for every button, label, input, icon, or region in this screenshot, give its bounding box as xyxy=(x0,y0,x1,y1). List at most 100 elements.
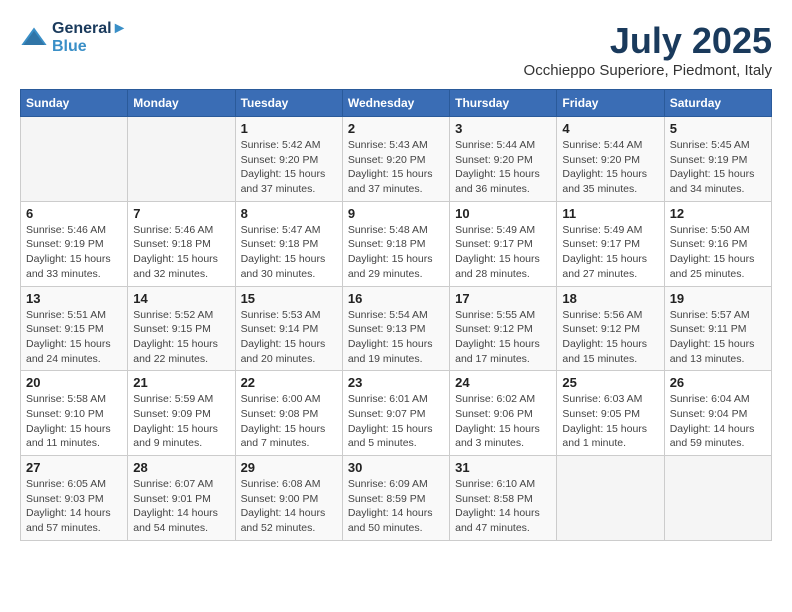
day-detail: Sunrise: 6:10 AMSunset: 8:58 PMDaylight:… xyxy=(455,477,551,536)
calendar-title: July 2025 xyxy=(524,20,772,62)
day-detail: Sunrise: 5:45 AMSunset: 9:19 PMDaylight:… xyxy=(670,138,766,197)
day-number: 13 xyxy=(26,291,122,306)
calendar-day: 5 Sunrise: 5:45 AMSunset: 9:19 PMDaylight… xyxy=(664,117,771,202)
day-number: 27 xyxy=(26,460,122,475)
day-detail: Sunrise: 5:49 AMSunset: 9:17 PMDaylight:… xyxy=(562,223,658,282)
calendar-day: 31 Sunrise: 6:10 AMSunset: 8:58 PMDayligh… xyxy=(450,456,557,541)
day-number: 22 xyxy=(241,375,337,390)
day-number: 8 xyxy=(241,206,337,221)
calendar-day: 16 Sunrise: 5:54 AMSunset: 9:13 PMDayligh… xyxy=(342,286,449,371)
calendar-day xyxy=(557,456,664,541)
header-sunday: Sunday xyxy=(21,90,128,117)
calendar-day xyxy=(128,117,235,202)
calendar-subtitle: Occhieppo Superiore, Piedmont, Italy xyxy=(524,62,772,79)
day-number: 21 xyxy=(133,375,229,390)
title-block: July 2025 Occhieppo Superiore, Piedmont,… xyxy=(524,20,772,79)
day-detail: Sunrise: 5:54 AMSunset: 9:13 PMDaylight:… xyxy=(348,308,444,367)
calendar-day: 14 Sunrise: 5:52 AMSunset: 9:15 PMDayligh… xyxy=(128,286,235,371)
day-number: 5 xyxy=(670,121,766,136)
logo-text: General► Blue xyxy=(52,20,127,56)
day-detail: Sunrise: 5:56 AMSunset: 9:12 PMDaylight:… xyxy=(562,308,658,367)
day-number: 25 xyxy=(562,375,658,390)
calendar-day: 10 Sunrise: 5:49 AMSunset: 9:17 PMDayligh… xyxy=(450,201,557,286)
calendar-day: 24 Sunrise: 6:02 AMSunset: 9:06 PMDayligh… xyxy=(450,371,557,456)
day-detail: Sunrise: 5:46 AMSunset: 9:19 PMDaylight:… xyxy=(26,223,122,282)
calendar-day: 23 Sunrise: 6:01 AMSunset: 9:07 PMDayligh… xyxy=(342,371,449,456)
day-detail: Sunrise: 6:07 AMSunset: 9:01 PMDaylight:… xyxy=(133,477,229,536)
day-detail: Sunrise: 6:00 AMSunset: 9:08 PMDaylight:… xyxy=(241,392,337,451)
header-row: Sunday Monday Tuesday Wednesday Thursday… xyxy=(21,90,772,117)
day-detail: Sunrise: 5:48 AMSunset: 9:18 PMDaylight:… xyxy=(348,223,444,282)
day-detail: Sunrise: 5:50 AMSunset: 9:16 PMDaylight:… xyxy=(670,223,766,282)
day-number: 9 xyxy=(348,206,444,221)
logo: General► Blue xyxy=(20,20,127,56)
header-saturday: Saturday xyxy=(664,90,771,117)
day-detail: Sunrise: 5:44 AMSunset: 9:20 PMDaylight:… xyxy=(455,138,551,197)
calendar-day: 21 Sunrise: 5:59 AMSunset: 9:09 PMDayligh… xyxy=(128,371,235,456)
day-detail: Sunrise: 5:49 AMSunset: 9:17 PMDaylight:… xyxy=(455,223,551,282)
calendar-day: 13 Sunrise: 5:51 AMSunset: 9:15 PMDayligh… xyxy=(21,286,128,371)
calendar-day: 20 Sunrise: 5:58 AMSunset: 9:10 PMDayligh… xyxy=(21,371,128,456)
logo-icon xyxy=(20,24,48,52)
day-detail: Sunrise: 5:42 AMSunset: 9:20 PMDaylight:… xyxy=(241,138,337,197)
day-number: 10 xyxy=(455,206,551,221)
day-detail: Sunrise: 6:05 AMSunset: 9:03 PMDaylight:… xyxy=(26,477,122,536)
day-number: 26 xyxy=(670,375,766,390)
day-number: 16 xyxy=(348,291,444,306)
calendar-day: 12Sunrise: 5:50 AMSunset: 9:16 PMDayligh… xyxy=(664,201,771,286)
day-detail: Sunrise: 5:51 AMSunset: 9:15 PMDaylight:… xyxy=(26,308,122,367)
day-number: 14 xyxy=(133,291,229,306)
header-friday: Friday xyxy=(557,90,664,117)
day-number: 20 xyxy=(26,375,122,390)
day-detail: Sunrise: 6:01 AMSunset: 9:07 PMDaylight:… xyxy=(348,392,444,451)
day-detail: Sunrise: 6:09 AMSunset: 8:59 PMDaylight:… xyxy=(348,477,444,536)
calendar-week-1: 1 Sunrise: 5:42 AMSunset: 9:20 PMDaylight… xyxy=(21,117,772,202)
calendar-day: 6 Sunrise: 5:46 AMSunset: 9:19 PMDaylight… xyxy=(21,201,128,286)
calendar-day: 9 Sunrise: 5:48 AMSunset: 9:18 PMDaylight… xyxy=(342,201,449,286)
day-detail: Sunrise: 5:58 AMSunset: 9:10 PMDaylight:… xyxy=(26,392,122,451)
calendar-day: 27 Sunrise: 6:05 AMSunset: 9:03 PMDayligh… xyxy=(21,456,128,541)
calendar-day: 28 Sunrise: 6:07 AMSunset: 9:01 PMDayligh… xyxy=(128,456,235,541)
calendar-week-3: 13 Sunrise: 5:51 AMSunset: 9:15 PMDayligh… xyxy=(21,286,772,371)
day-number: 1 xyxy=(241,121,337,136)
header-monday: Monday xyxy=(128,90,235,117)
day-detail: Sunrise: 5:43 AMSunset: 9:20 PMDaylight:… xyxy=(348,138,444,197)
day-number: 11 xyxy=(562,206,658,221)
calendar-day xyxy=(664,456,771,541)
calendar-day: 11 Sunrise: 5:49 AMSunset: 9:17 PMDayligh… xyxy=(557,201,664,286)
calendar-day: 30Sunrise: 6:09 AMSunset: 8:59 PMDayligh… xyxy=(342,456,449,541)
day-detail: Sunrise: 5:47 AMSunset: 9:18 PMDaylight:… xyxy=(241,223,337,282)
header-tuesday: Tuesday xyxy=(235,90,342,117)
header-thursday: Thursday xyxy=(450,90,557,117)
calendar-day: 25Sunrise: 6:03 AMSunset: 9:05 PMDayligh… xyxy=(557,371,664,456)
day-detail: Sunrise: 6:02 AMSunset: 9:06 PMDaylight:… xyxy=(455,392,551,451)
calendar-week-5: 27 Sunrise: 6:05 AMSunset: 9:03 PMDayligh… xyxy=(21,456,772,541)
calendar-day xyxy=(21,117,128,202)
day-number: 4 xyxy=(562,121,658,136)
calendar-week-4: 20 Sunrise: 5:58 AMSunset: 9:10 PMDayligh… xyxy=(21,371,772,456)
calendar-day: 8 Sunrise: 5:47 AMSunset: 9:18 PMDaylight… xyxy=(235,201,342,286)
day-detail: Sunrise: 5:59 AMSunset: 9:09 PMDaylight:… xyxy=(133,392,229,451)
header-wednesday: Wednesday xyxy=(342,90,449,117)
calendar-week-2: 6 Sunrise: 5:46 AMSunset: 9:19 PMDaylight… xyxy=(21,201,772,286)
day-detail: Sunrise: 5:44 AMSunset: 9:20 PMDaylight:… xyxy=(562,138,658,197)
calendar-day: 7Sunrise: 5:46 AMSunset: 9:18 PMDaylight… xyxy=(128,201,235,286)
day-number: 19 xyxy=(670,291,766,306)
page-header: General► Blue July 2025 Occhieppo Superi… xyxy=(20,20,772,79)
day-number: 24 xyxy=(455,375,551,390)
calendar-day: 17Sunrise: 5:55 AMSunset: 9:12 PMDayligh… xyxy=(450,286,557,371)
day-detail: Sunrise: 5:52 AMSunset: 9:15 PMDaylight:… xyxy=(133,308,229,367)
calendar-day: 26 Sunrise: 6:04 AMSunset: 9:04 PMDayligh… xyxy=(664,371,771,456)
day-detail: Sunrise: 5:46 AMSunset: 9:18 PMDaylight:… xyxy=(133,223,229,282)
day-number: 6 xyxy=(26,206,122,221)
calendar-day: 4 Sunrise: 5:44 AMSunset: 9:20 PMDaylight… xyxy=(557,117,664,202)
day-number: 29 xyxy=(241,460,337,475)
day-number: 3 xyxy=(455,121,551,136)
day-number: 23 xyxy=(348,375,444,390)
day-detail: Sunrise: 5:53 AMSunset: 9:14 PMDaylight:… xyxy=(241,308,337,367)
day-detail: Sunrise: 6:04 AMSunset: 9:04 PMDaylight:… xyxy=(670,392,766,451)
day-number: 15 xyxy=(241,291,337,306)
day-number: 31 xyxy=(455,460,551,475)
day-number: 18 xyxy=(562,291,658,306)
day-number: 28 xyxy=(133,460,229,475)
